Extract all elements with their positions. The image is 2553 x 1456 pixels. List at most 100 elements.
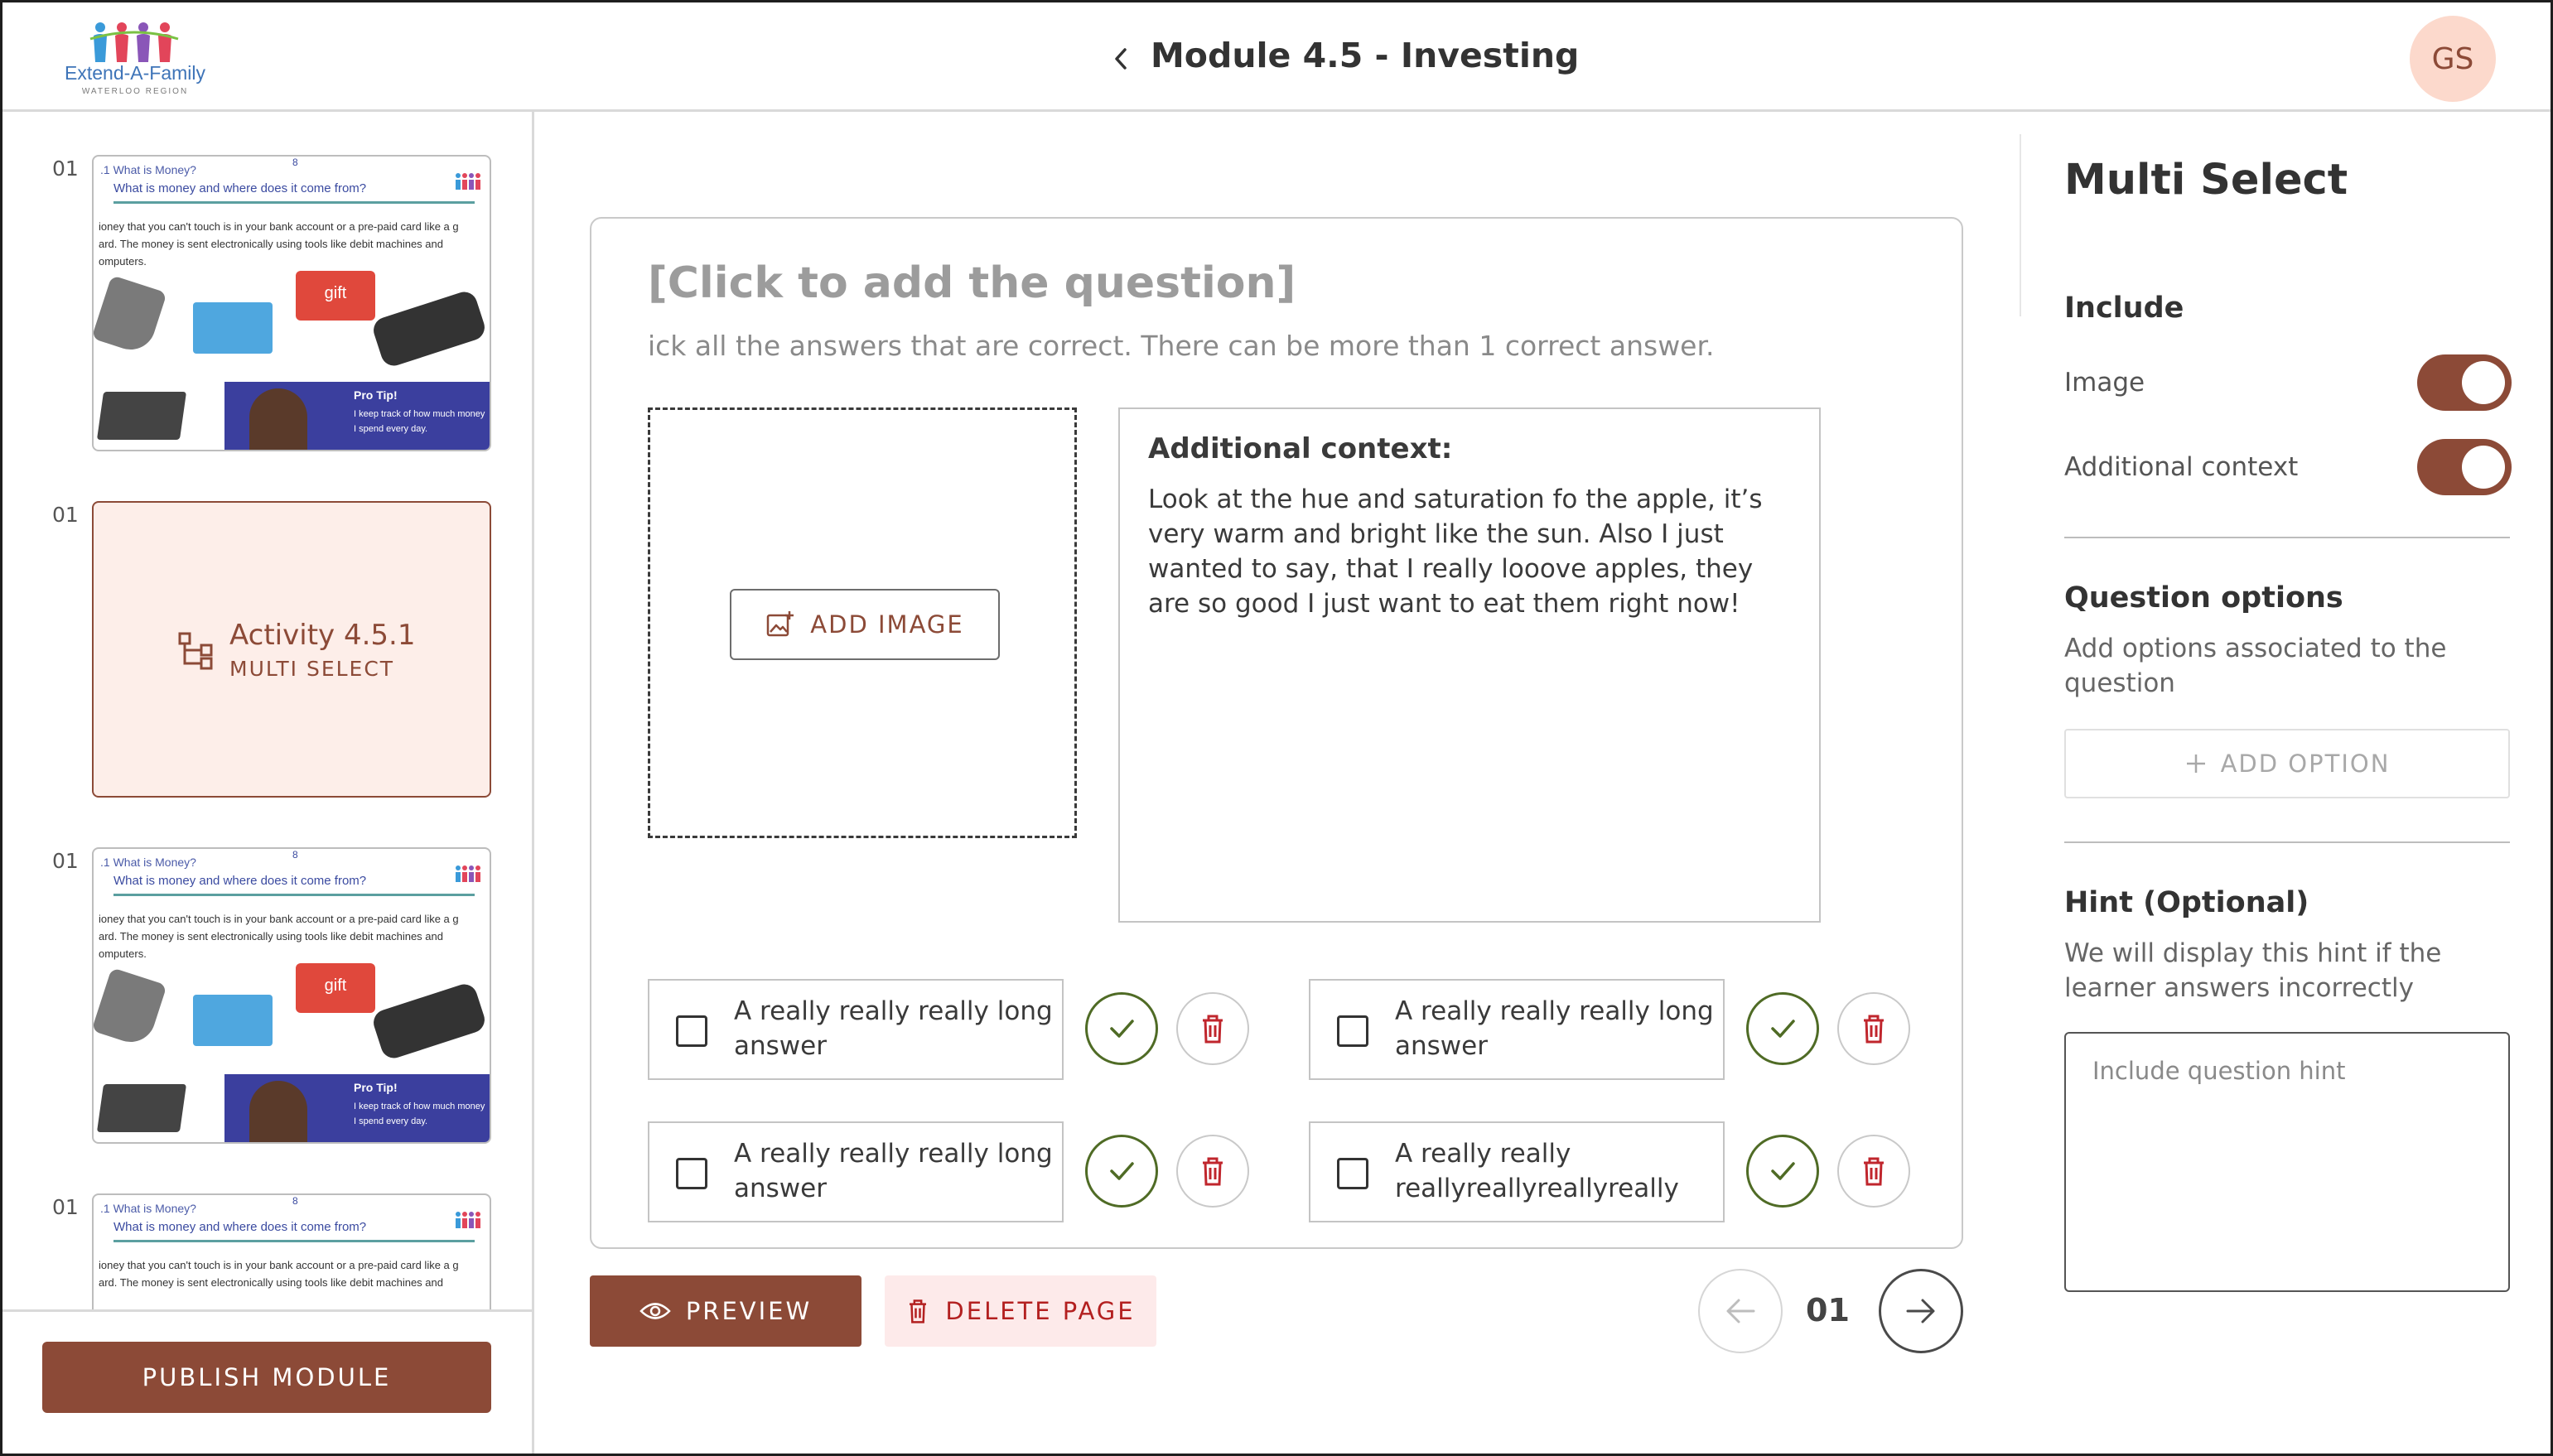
mini-logo-icon bbox=[456, 1212, 480, 1228]
answer-option[interactable]: A really really really long answer bbox=[648, 979, 1064, 1080]
answer-text[interactable]: A really really really long answer bbox=[734, 1136, 1057, 1206]
slide-list[interactable]: 01 8 .1 What is Money? What is money and… bbox=[2, 112, 532, 1309]
preview-button[interactable]: PREVIEW bbox=[590, 1275, 861, 1347]
sidebar-footer: PUBLISH MODULE bbox=[2, 1309, 532, 1454]
question-instruction[interactable]: ick all the answers that are correct. Th… bbox=[648, 330, 1715, 362]
thumb-title: .1 What is Money? bbox=[100, 1202, 196, 1215]
mark-correct-button[interactable] bbox=[1746, 992, 1819, 1065]
plus-icon bbox=[2186, 755, 2205, 773]
user-avatar[interactable]: GS bbox=[2410, 16, 2496, 102]
slide-sidebar: 01 8 .1 What is Money? What is money and… bbox=[2, 112, 534, 1454]
payment-terminal-image bbox=[369, 981, 489, 1062]
slide-thumbnail[interactable]: 8 .1 What is Money? What is money and wh… bbox=[92, 1193, 491, 1309]
logo-text: Extend-A-Family bbox=[65, 62, 205, 84]
delete-answer-button[interactable] bbox=[1837, 1135, 1910, 1208]
brand-logo: Extend-A-Family WATERLOO REGION bbox=[52, 17, 218, 100]
gift-card-image: gift bbox=[296, 963, 375, 1013]
pro-tip-title: Pro Tip! bbox=[354, 388, 398, 402]
thumb-divider bbox=[113, 1240, 475, 1242]
activity-thumbnail[interactable]: Activity 4.5.1 MULTI SELECT bbox=[92, 501, 491, 798]
logo-people-icon bbox=[89, 22, 179, 62]
module-title: Module 4.5 - Investing bbox=[1151, 36, 1580, 75]
logo-subtext: WATERLOO REGION bbox=[81, 87, 189, 96]
mark-correct-button[interactable] bbox=[1085, 1135, 1158, 1208]
check-icon bbox=[1110, 1162, 1134, 1180]
bank-card-image bbox=[193, 302, 273, 354]
slide-thumbnail[interactable]: 8 .1 What is Money? What is money and wh… bbox=[92, 847, 491, 1144]
slide-number: 01 bbox=[52, 849, 79, 873]
toggle-knob bbox=[2462, 446, 2505, 489]
delete-answer-button[interactable] bbox=[1176, 992, 1249, 1065]
slide-item-active[interactable]: 01 Activity 4.5.1 MULTI SELECT bbox=[2, 458, 532, 798]
answer-option[interactable]: A really really really long answer bbox=[1309, 979, 1725, 1080]
answer-checkbox[interactable] bbox=[1337, 1015, 1368, 1047]
thumb-subtitle: What is money and where does it come fro… bbox=[113, 1220, 367, 1234]
answer-checkbox[interactable] bbox=[676, 1158, 707, 1189]
additional-context-box[interactable]: Additional context: Look at the hue and … bbox=[1118, 407, 1821, 923]
trash-icon bbox=[910, 1299, 927, 1323]
pro-tip-banner: Pro Tip! I keep track of how much money … bbox=[224, 1074, 490, 1142]
pro-tip-title: Pro Tip! bbox=[354, 1081, 398, 1094]
panel-title: Multi Select bbox=[2064, 156, 2348, 205]
slide-item[interactable]: 01 8 .1 What is Money? What is money and… bbox=[2, 804, 532, 1144]
slide-number: 01 bbox=[52, 1195, 79, 1219]
additional-context-toggle[interactable] bbox=[2417, 439, 2512, 495]
page-number: 01 bbox=[1806, 1292, 1850, 1328]
person-image bbox=[249, 1081, 307, 1142]
hint-description: We will display this hint if the learner… bbox=[2064, 938, 2442, 1003]
hint-input[interactable] bbox=[2064, 1032, 2510, 1292]
trash-icon bbox=[1864, 1015, 1884, 1044]
delete-page-button[interactable]: DELETE PAGE bbox=[885, 1275, 1156, 1347]
back-button[interactable] bbox=[1104, 42, 1137, 75]
mini-logo-icon bbox=[456, 865, 480, 882]
slide-thumbnail[interactable]: 8 .1 What is Money? What is money and wh… bbox=[92, 155, 491, 451]
answer-text[interactable]: A really really reallyreallyreallyreally bbox=[1395, 1136, 1718, 1206]
question-input[interactable]: [Click to add the question] bbox=[648, 258, 1296, 308]
previous-page-button[interactable] bbox=[1698, 1269, 1783, 1353]
answer-option[interactable]: A really really really long answer bbox=[648, 1121, 1064, 1222]
thumb-page-marker: 8 bbox=[292, 1195, 298, 1207]
thumb-page-marker: 8 bbox=[292, 849, 298, 861]
trash-icon bbox=[1203, 1157, 1223, 1186]
answer-checkbox[interactable] bbox=[676, 1015, 707, 1047]
add-image-label: ADD IMAGE bbox=[810, 610, 964, 639]
delete-page-label: DELETE PAGE bbox=[945, 1297, 1136, 1325]
publish-module-button[interactable]: PUBLISH MODULE bbox=[42, 1342, 491, 1413]
answer-text[interactable]: A really really really long answer bbox=[734, 994, 1057, 1063]
image-dropzone[interactable]: ADD IMAGE bbox=[648, 407, 1077, 838]
slide-item[interactable]: 01 8 .1 What is Money? What is money and… bbox=[2, 112, 532, 451]
section-divider bbox=[2064, 537, 2510, 538]
mark-correct-button[interactable] bbox=[1746, 1135, 1819, 1208]
add-image-button[interactable]: ADD IMAGE bbox=[730, 589, 1000, 660]
mark-correct-button[interactable] bbox=[1085, 992, 1158, 1065]
pro-tip-text: I keep track of how much money I spend e… bbox=[354, 1102, 485, 1126]
thumb-body: ioney that you can't touch is in your ba… bbox=[99, 220, 459, 268]
slide-item[interactable]: 01 8 .1 What is Money? What is money and… bbox=[2, 1150, 532, 1309]
activity-icon bbox=[178, 632, 213, 670]
delete-answer-button[interactable] bbox=[1176, 1135, 1249, 1208]
thumb-title: .1 What is Money? bbox=[100, 163, 196, 176]
activity-title: Activity 4.5.1 bbox=[229, 619, 416, 652]
toggle-knob bbox=[2462, 361, 2505, 404]
thumb-title: .1 What is Money? bbox=[100, 856, 196, 869]
thumb-divider bbox=[113, 894, 475, 896]
delete-answer-button[interactable] bbox=[1837, 992, 1910, 1065]
add-option-button[interactable]: ADD OPTION bbox=[2064, 729, 2510, 798]
check-icon bbox=[1110, 1020, 1134, 1038]
answer-text[interactable]: A really really really long answer bbox=[1395, 994, 1718, 1063]
additional-context-text[interactable]: Look at the hue and saturation fo the ap… bbox=[1148, 482, 1803, 621]
include-heading: Include bbox=[2064, 292, 2184, 325]
check-icon bbox=[1771, 1020, 1795, 1038]
thumb-subtitle: What is money and where does it come fro… bbox=[113, 181, 367, 195]
person-image bbox=[249, 388, 307, 450]
next-page-button[interactable] bbox=[1879, 1269, 1963, 1353]
panel-divider bbox=[2020, 134, 2021, 316]
thumb-subtitle: What is money and where does it come fro… bbox=[113, 874, 367, 888]
answer-option[interactable]: A really really reallyreallyreallyreally bbox=[1309, 1121, 1725, 1222]
answer-checkbox[interactable] bbox=[1337, 1158, 1368, 1189]
add-image-icon bbox=[767, 611, 794, 637]
top-header: Extend-A-Family WATERLOO REGION Module 4… bbox=[2, 2, 2551, 112]
toggle-image-label: Image bbox=[2064, 368, 2145, 398]
toggle-context-label: Additional context bbox=[2064, 452, 2299, 482]
image-toggle[interactable] bbox=[2417, 354, 2512, 411]
